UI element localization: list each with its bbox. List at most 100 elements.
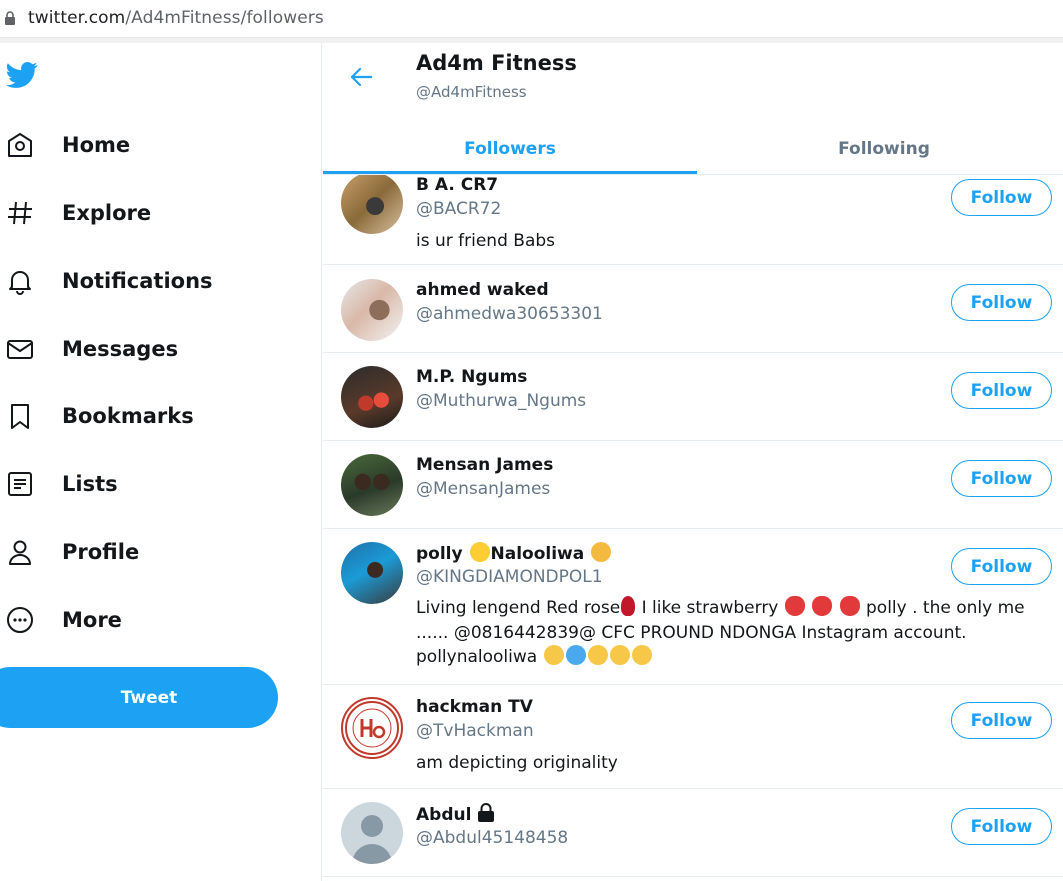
avatar[interactable]: [341, 366, 403, 428]
thinking-emoji-icon: [591, 542, 612, 562]
url-path: /Ad4mFitness/followers: [125, 8, 324, 28]
bell-icon: [5, 266, 35, 296]
bio-text: Living lengend Red rose: [416, 598, 621, 618]
sidebar-item-lists[interactable]: Lists: [0, 460, 300, 508]
sidebar-item-bookmarks[interactable]: Bookmarks: [0, 392, 300, 440]
sidebar-item-notifications[interactable]: Notifications: [0, 257, 300, 305]
main-column: Ad4m Fitness @Ad4mFitness Followers Foll…: [323, 43, 1063, 881]
home-icon: [5, 130, 35, 160]
active-tab-indicator: [323, 171, 697, 174]
bio-text: I like strawberry: [636, 598, 784, 618]
follower-name[interactable]: ahmed waked: [416, 280, 549, 300]
list-item[interactable]: Mensan James @MensanJames Follow: [323, 441, 1063, 529]
sidebar-item-more[interactable]: More: [0, 596, 300, 644]
more-icon: [5, 605, 35, 635]
bookmark-icon: [5, 401, 35, 431]
bio-text: ...... @0816442839@ CFC PROUND NDONGA In…: [416, 622, 967, 643]
list-item[interactable]: B A. CR7 @BACR72 is ur friend Babs Follo…: [323, 175, 1063, 265]
follower-handle[interactable]: @MensanJames: [416, 479, 550, 499]
follower-handle[interactable]: @TvHackman: [416, 721, 534, 741]
follow-button[interactable]: Follow: [951, 460, 1052, 497]
yellow-heart-emoji-icon: [543, 645, 564, 665]
strawberry-emoji-icon: [839, 596, 860, 616]
follower-bio: is ur friend Babs: [416, 231, 556, 251]
follower-name[interactable]: polly Nalooliwa: [416, 542, 612, 564]
follow-button[interactable]: Follow: [951, 702, 1052, 739]
follower-handle[interactable]: @ahmedwa30653301: [416, 304, 603, 324]
sidebar-item-profile[interactable]: Profile: [0, 528, 300, 576]
follower-name[interactable]: hackman TV: [416, 697, 533, 717]
sidebar: Home Explore Notifications Messages Book…: [0, 43, 322, 881]
blue-heart-emoji-icon: [565, 645, 586, 665]
avatar[interactable]: [341, 802, 403, 864]
name-text: Abdul: [416, 805, 472, 825]
follow-button[interactable]: Follow: [951, 808, 1052, 845]
hashtag-icon: [5, 198, 35, 228]
sidebar-item-label: Home: [62, 133, 131, 157]
heart-eyes-emoji-icon: [469, 542, 490, 562]
follow-button[interactable]: Follow: [951, 284, 1052, 321]
follower-handle[interactable]: @KINGDIAMONDPOL1: [416, 567, 603, 587]
avatar[interactable]: [341, 542, 403, 604]
follow-button[interactable]: Follow: [951, 548, 1052, 585]
avatar[interactable]: [341, 279, 403, 341]
list-item[interactable]: M.P. Ngums @Muthurwa_Ngums Follow: [323, 353, 1063, 441]
account-name: Ad4m Fitness: [416, 51, 577, 75]
list-item[interactable]: Abdul @Abdul45148458 Follow: [323, 789, 1063, 877]
tab-following[interactable]: Following: [697, 123, 1063, 175]
hackman-logo-icon: [345, 701, 399, 755]
twitter-logo-icon[interactable]: [4, 59, 40, 91]
strawberry-emoji-icon: [784, 596, 805, 616]
follower-handle[interactable]: @BACR72: [416, 199, 501, 219]
yellow-heart-emoji-icon: [587, 645, 608, 665]
lock-icon: [5, 11, 15, 25]
sidebar-item-label: Explore: [62, 201, 152, 225]
profile-header: Ad4m Fitness @Ad4mFitness Followers Foll…: [323, 43, 1063, 175]
list-item[interactable]: polly Nalooliwa @KINGDIAMONDPOL1 Living …: [323, 529, 1063, 685]
default-avatar-icon: [352, 815, 392, 864]
yellow-heart-emoji-icon: [609, 645, 630, 665]
follower-name[interactable]: Mensan James: [416, 455, 553, 475]
follower-handle[interactable]: @Abdul45148458: [416, 828, 568, 848]
bio-text: pollynalooliwa: [416, 647, 543, 667]
follower-name[interactable]: M.P. Ngums: [416, 367, 527, 387]
url-text[interactable]: twitter.com/Ad4mFitness/followers: [28, 8, 324, 28]
strawberry-emoji-icon: [812, 596, 833, 616]
person-icon: [5, 537, 35, 567]
follower-name[interactable]: Abdul: [416, 803, 495, 825]
rose-emoji-icon: [621, 596, 636, 616]
sidebar-item-messages[interactable]: Messages: [0, 325, 300, 373]
url-host: twitter.com: [28, 8, 126, 28]
follower-bio: Living lengend Red rose I like strawberr…: [416, 596, 1046, 670]
sidebar-item-label: Lists: [62, 472, 118, 496]
list-item[interactable]: ahmed waked @ahmedwa30653301 Follow: [323, 265, 1063, 353]
tab-followers[interactable]: Followers: [323, 123, 697, 175]
account-handle: @Ad4mFitness: [416, 83, 527, 101]
list-icon: [5, 469, 35, 499]
sidebar-item-label: Profile: [62, 540, 140, 564]
avatar[interactable]: [341, 175, 403, 234]
browser-address-bar[interactable]: twitter.com/Ad4mFitness/followers: [0, 0, 1063, 38]
sidebar-item-label: Messages: [62, 337, 179, 361]
follower-bio: am depicting originality: [416, 753, 618, 773]
yellow-heart-emoji-icon: [631, 645, 652, 665]
follower-handle[interactable]: @Muthurwa_Ngums: [416, 391, 586, 411]
avatar[interactable]: [341, 454, 403, 516]
sidebar-item-label: Notifications: [62, 269, 213, 293]
bio-text: polly . the only me: [860, 598, 1025, 618]
avatar[interactable]: [341, 697, 403, 759]
followers-list: B A. CR7 @BACR72 is ur friend Babs Follo…: [323, 175, 1063, 881]
back-arrow-icon[interactable]: [347, 63, 375, 91]
name-text: polly: [416, 544, 469, 564]
lock-icon: [478, 803, 495, 822]
tweet-button[interactable]: Tweet: [0, 667, 278, 728]
sidebar-item-label: Bookmarks: [62, 404, 194, 428]
follow-button[interactable]: Follow: [951, 372, 1052, 409]
name-text: Nalooliwa: [490, 544, 591, 564]
sidebar-item-home[interactable]: Home: [0, 121, 300, 169]
follow-button[interactable]: Follow: [951, 179, 1052, 216]
envelope-icon: [5, 334, 35, 364]
follower-name[interactable]: B A. CR7: [416, 175, 498, 195]
sidebar-item-explore[interactable]: Explore: [0, 189, 300, 237]
list-item[interactable]: hackman TV @TvHackman am depicting origi…: [323, 685, 1063, 789]
